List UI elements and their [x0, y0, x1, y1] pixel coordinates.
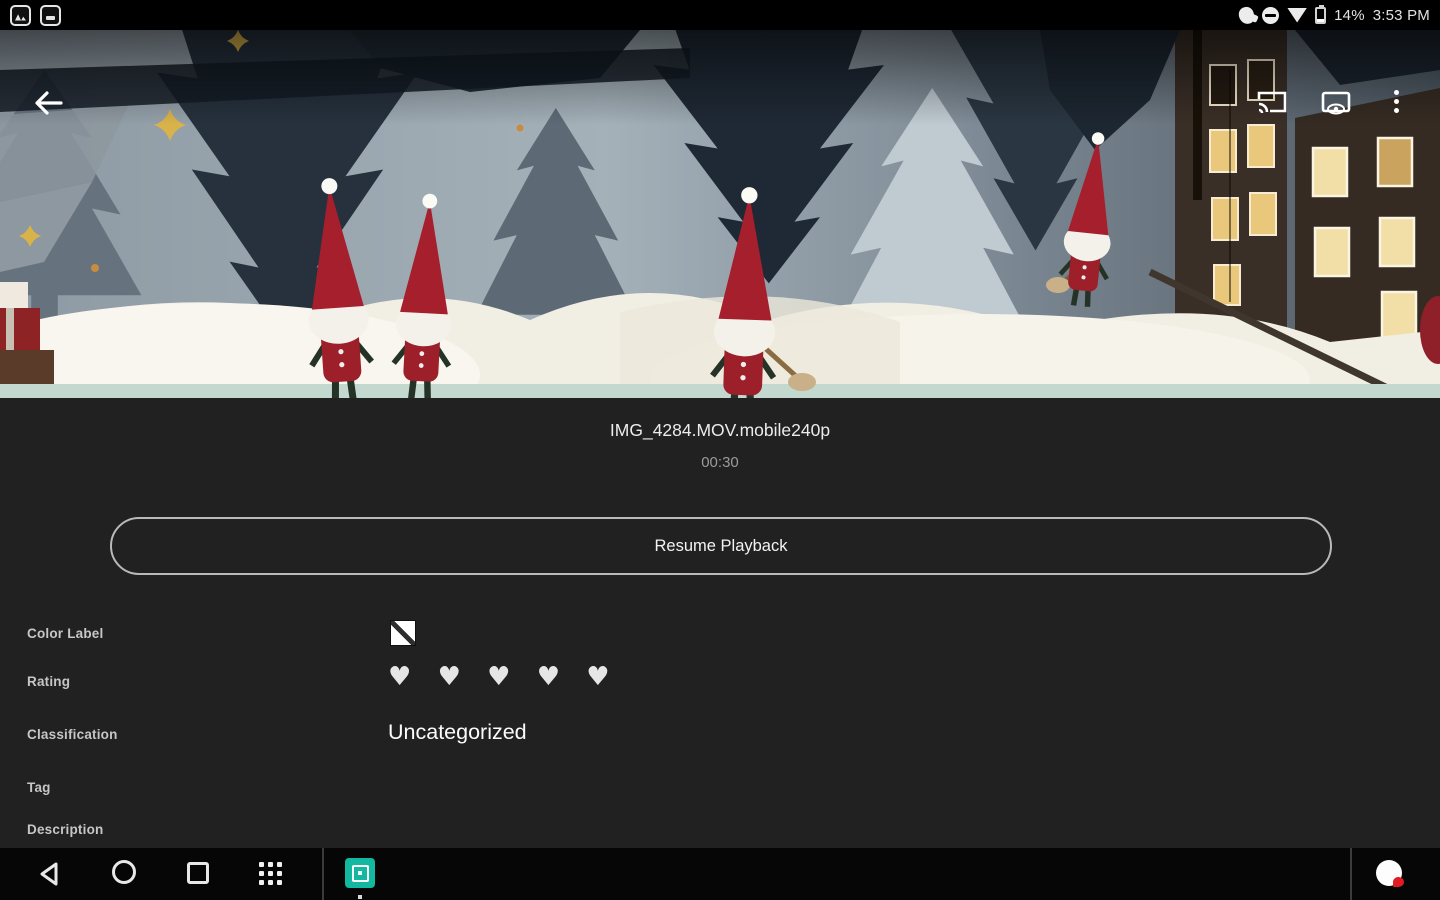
overflow-menu-icon[interactable]	[1394, 90, 1399, 113]
classification-value[interactable]: Uncategorized	[388, 720, 527, 745]
video-topbar-overlay	[0, 30, 1440, 125]
do-not-disturb-icon	[1262, 6, 1280, 24]
rating-hearts[interactable]: ♥ ♥ ♥ ♥ ♥	[388, 662, 619, 692]
video-title: IMG_4284.MOV.mobile240p	[609, 420, 831, 440]
screen-preview-eye-icon[interactable]	[1320, 90, 1352, 123]
classification-field-label: Classification	[27, 727, 118, 742]
resume-playback-button[interactable]: Resume Playback	[110, 517, 1332, 575]
recents-nav-icon[interactable]	[187, 862, 209, 884]
cast-icon[interactable]	[1256, 90, 1288, 121]
rating-field-label: Rating	[27, 674, 71, 689]
app-grid-icon[interactable]	[259, 862, 282, 885]
floating-record-icon[interactable]	[1376, 860, 1404, 887]
back-arrow-icon[interactable]	[32, 88, 66, 123]
photo-notification-icon[interactable]	[10, 4, 31, 26]
back-nav-icon[interactable]	[38, 861, 64, 892]
android-nav-bar	[0, 848, 1440, 900]
status-bar: 14% 3:53 PM	[0, 0, 1440, 30]
description-field-label: Description	[27, 822, 104, 837]
video-duration: 00:30	[701, 454, 739, 471]
running-app-indicator	[358, 895, 362, 899]
tag-field-label: Tag	[27, 780, 51, 795]
nav-divider-right	[1350, 848, 1352, 900]
media-info-panel: IMG_4284.MOV.mobile240p 00:30 Resume Pla…	[0, 398, 1440, 848]
nav-divider-left	[322, 848, 324, 900]
gallery-app-icon[interactable]	[345, 858, 375, 888]
clock: 3:53 PM	[1372, 6, 1430, 24]
battery-low-icon	[1315, 4, 1327, 24]
home-nav-icon[interactable]	[112, 860, 136, 884]
color-label-field-label: Color Label	[27, 626, 104, 641]
media-notification-icon[interactable]	[40, 4, 61, 26]
battery-percent: 14%	[1334, 6, 1365, 24]
wifi-icon	[1287, 7, 1308, 23]
no-color-label-icon[interactable]	[390, 620, 416, 646]
hand-gesture-icon	[1237, 5, 1256, 25]
